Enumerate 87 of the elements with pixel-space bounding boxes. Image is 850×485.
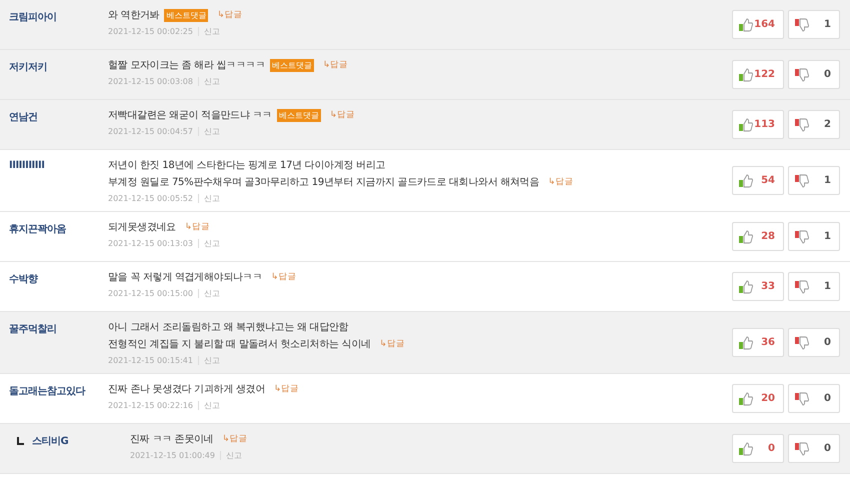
comment-author[interactable]: 저키저키 (9, 60, 47, 74)
thumbs-up-icon (738, 442, 754, 456)
report-link[interactable]: 신고 (204, 238, 220, 249)
like-button[interactable]: 33 (732, 272, 784, 301)
reply-link[interactable]: ↳답글 (222, 433, 248, 445)
comment-author[interactable]: 수박향 (9, 272, 38, 286)
thumbs-up-icon (738, 118, 754, 132)
thumbs-down-icon (794, 442, 810, 456)
reply-link[interactable]: ↳답글 (380, 338, 405, 350)
thumbs-down-icon (794, 230, 810, 244)
like-button[interactable]: 54 (732, 166, 784, 195)
like-button[interactable]: 28 (732, 222, 784, 251)
reply-link[interactable]: ↳답글 (217, 9, 243, 21)
comment-author[interactable]: IIIIIIIIIII (9, 160, 44, 171)
like-button[interactable]: 20 (732, 384, 784, 413)
thumbs-up-icon (738, 230, 754, 244)
reply-link[interactable]: ↳답글 (274, 383, 300, 395)
best-comment-badge: 베스트댓글 (164, 8, 208, 22)
thumbs-up-icon (738, 18, 754, 32)
report-link[interactable]: 신고 (204, 193, 220, 204)
comment-time: 2021-12-15 00:15:41 (108, 356, 193, 365)
thumbs-up-icon (738, 392, 754, 406)
comment-author[interactable]: 돌고래는참고있다 (9, 384, 85, 398)
comment-author[interactable]: 휴지끈꽉아옴 (9, 222, 66, 236)
dislike-button[interactable]: 1 (788, 222, 840, 251)
like-button[interactable]: 113 (732, 110, 784, 139)
comment-time: 2021-12-15 00:13:03 (108, 239, 193, 248)
comment-author[interactable]: 스티비G (32, 434, 68, 448)
report-link[interactable]: 신고 (204, 400, 220, 411)
thumbs-up-icon (738, 68, 754, 82)
comment-text: 저빡대갈련은 왜굳이 적을만드냐 ㅋㅋ (108, 109, 272, 122)
dislike-button[interactable]: 1 (788, 166, 840, 195)
reply-link[interactable]: ↳답글 (184, 221, 210, 233)
comment-time: 2021-12-15 00:02:25 (108, 27, 193, 36)
like-button[interactable]: 0 (732, 434, 784, 463)
thumbs-down-icon (794, 280, 810, 294)
thumbs-up-icon (738, 280, 754, 294)
report-link[interactable]: 신고 (204, 288, 220, 299)
best-comment-badge: 베스트댓글 (270, 58, 314, 72)
thumbs-down-icon (794, 118, 810, 132)
comment-time: 2021-12-15 00:04:57 (108, 127, 193, 136)
like-button[interactable]: 164 (732, 10, 784, 39)
thumbs-down-icon (794, 336, 810, 350)
comment-text: 와 역한거봐 (108, 9, 160, 22)
comment-time: 2021-12-15 00:22:16 (108, 401, 193, 410)
report-link[interactable]: 신고 (204, 355, 220, 366)
thumbs-down-icon (794, 18, 810, 32)
comment-time: 2021-12-15 00:03:08 (108, 77, 193, 86)
report-link[interactable]: 신고 (204, 26, 220, 37)
report-link[interactable]: 신고 (204, 76, 220, 87)
reply-link[interactable]: ↳답글 (323, 59, 348, 71)
dislike-button[interactable]: 2 (788, 110, 840, 139)
reply-corner-icon (17, 437, 24, 445)
comment-author[interactable]: 연남건 (9, 110, 38, 124)
like-button[interactable]: 122 (732, 60, 784, 89)
comment-text: 전형적인 계집들 지 불리할 때 말돌려서 헛소리처하는 식이네 (108, 338, 371, 351)
dislike-button[interactable]: 0 (788, 384, 840, 413)
dislike-button[interactable]: 0 (788, 434, 840, 463)
report-link[interactable]: 신고 (204, 126, 220, 137)
dislike-button[interactable]: 1 (788, 10, 840, 39)
comment-text: 진짜 ㅋㅋ 존못이네 (130, 433, 214, 446)
best-comment-badge: 베스트댓글 (276, 108, 321, 122)
comment-author[interactable]: 꿀주먹찰리 (9, 322, 56, 336)
thumbs-down-icon (794, 68, 810, 82)
reply-link[interactable]: ↳답글 (548, 176, 574, 188)
comment-text: 진짜 존나 못생겼다 기괴하게 생겼어 (108, 383, 266, 396)
thumbs-up-icon (738, 174, 754, 188)
reply-link[interactable]: ↳답글 (330, 109, 355, 121)
comment-time: 2021-12-15 00:15:00 (108, 289, 193, 298)
comment-text: 부계정 원딜로 75%판수채우며 골3마무리하고 19년부터 지금까지 골드카드로 대회나와서 해쳐먹음 (108, 176, 540, 189)
comment-time: 2021-12-15 01:00:49 (130, 451, 215, 460)
thumbs-up-icon (738, 336, 754, 350)
thumbs-down-icon (794, 174, 810, 188)
comment-text: 아니 그래서 조리돌림하고 왜 복귀했냐고는 왜 대답안함 (108, 321, 348, 334)
comment-text: 헐짤 모자이크는 좀 해라 씹ㅋㅋㅋㅋ (108, 59, 266, 72)
comment-text: 말을 꼭 저렇게 역겹게해야되나ㅋㅋ (108, 271, 262, 284)
report-link[interactable]: 신고 (226, 450, 242, 461)
like-button[interactable]: 36 (732, 328, 784, 357)
reply-link[interactable]: ↳답글 (271, 271, 296, 283)
comment-author[interactable]: 크림피아이 (9, 10, 56, 24)
dislike-button[interactable]: 0 (788, 328, 840, 357)
dislike-button[interactable]: 1 (788, 272, 840, 301)
thumbs-down-icon (794, 392, 810, 406)
dislike-button[interactable]: 0 (788, 60, 840, 89)
comment-time: 2021-12-15 00:05:52 (108, 194, 193, 203)
comment-text: 저년이 한짓 18년에 스타한다는 핑계로 17년 다이아계정 버리고 (108, 159, 386, 172)
comment-text: 되게못생겼네요 (108, 221, 176, 234)
